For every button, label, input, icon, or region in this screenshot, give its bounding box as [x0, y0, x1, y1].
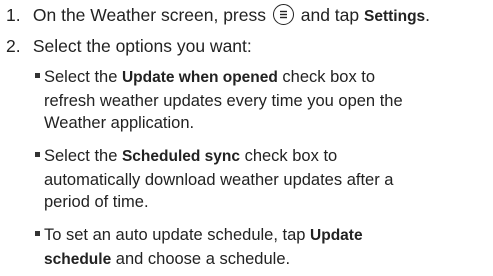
- step-text-after: .: [425, 5, 431, 25]
- bullet-text: and choose a schedule.: [111, 249, 291, 268]
- settings-label: Settings: [364, 8, 426, 25]
- bullet-text: To set an auto update schedule, tap: [44, 226, 311, 244]
- bullet-text: check box to: [277, 68, 376, 86]
- bullet-update-when-opened: Select the Update when opened check box …: [35, 66, 465, 135]
- step-text-before: On the Weather screen, press: [32, 5, 266, 25]
- bullet-text: refresh weather updates every time you o…: [44, 91, 403, 110]
- bullet-marker: [35, 73, 40, 78]
- option-name: Update when opened: [121, 69, 278, 86]
- step-number: 2.: [6, 36, 21, 56]
- step-text-middle: and tap: [300, 5, 360, 25]
- bullet-scheduled-sync: Select the Scheduled sync check box to a…: [35, 145, 465, 214]
- bullet-text: check box to: [239, 147, 338, 165]
- bullet-update-schedule: To set an auto update schedule, tap Upda…: [35, 224, 465, 271]
- option-name: Update: [310, 227, 363, 244]
- instruction-document: 1. On the Weather screen, press and tap …: [0, 0, 493, 276]
- step-text: Select the options you want:: [32, 36, 252, 56]
- bullet-marker: [35, 152, 40, 157]
- option-name: schedule: [44, 250, 112, 268]
- menu-key-icon: [272, 4, 294, 25]
- option-name: Scheduled sync: [121, 148, 240, 165]
- bullet-marker: [35, 231, 40, 236]
- bullet-text: period of time.: [44, 193, 149, 211]
- bullet-text: Select the: [44, 147, 122, 165]
- step-2: 2. Select the options you want:: [6, 35, 252, 57]
- bullet-text: Weather application.: [44, 114, 195, 132]
- bullet-text: Select the: [44, 68, 122, 86]
- bullet-text: automatically download weather updates a…: [44, 170, 394, 189]
- step-number: 1.: [6, 5, 21, 25]
- step-1: 1. On the Weather screen, press and tap …: [6, 4, 430, 28]
